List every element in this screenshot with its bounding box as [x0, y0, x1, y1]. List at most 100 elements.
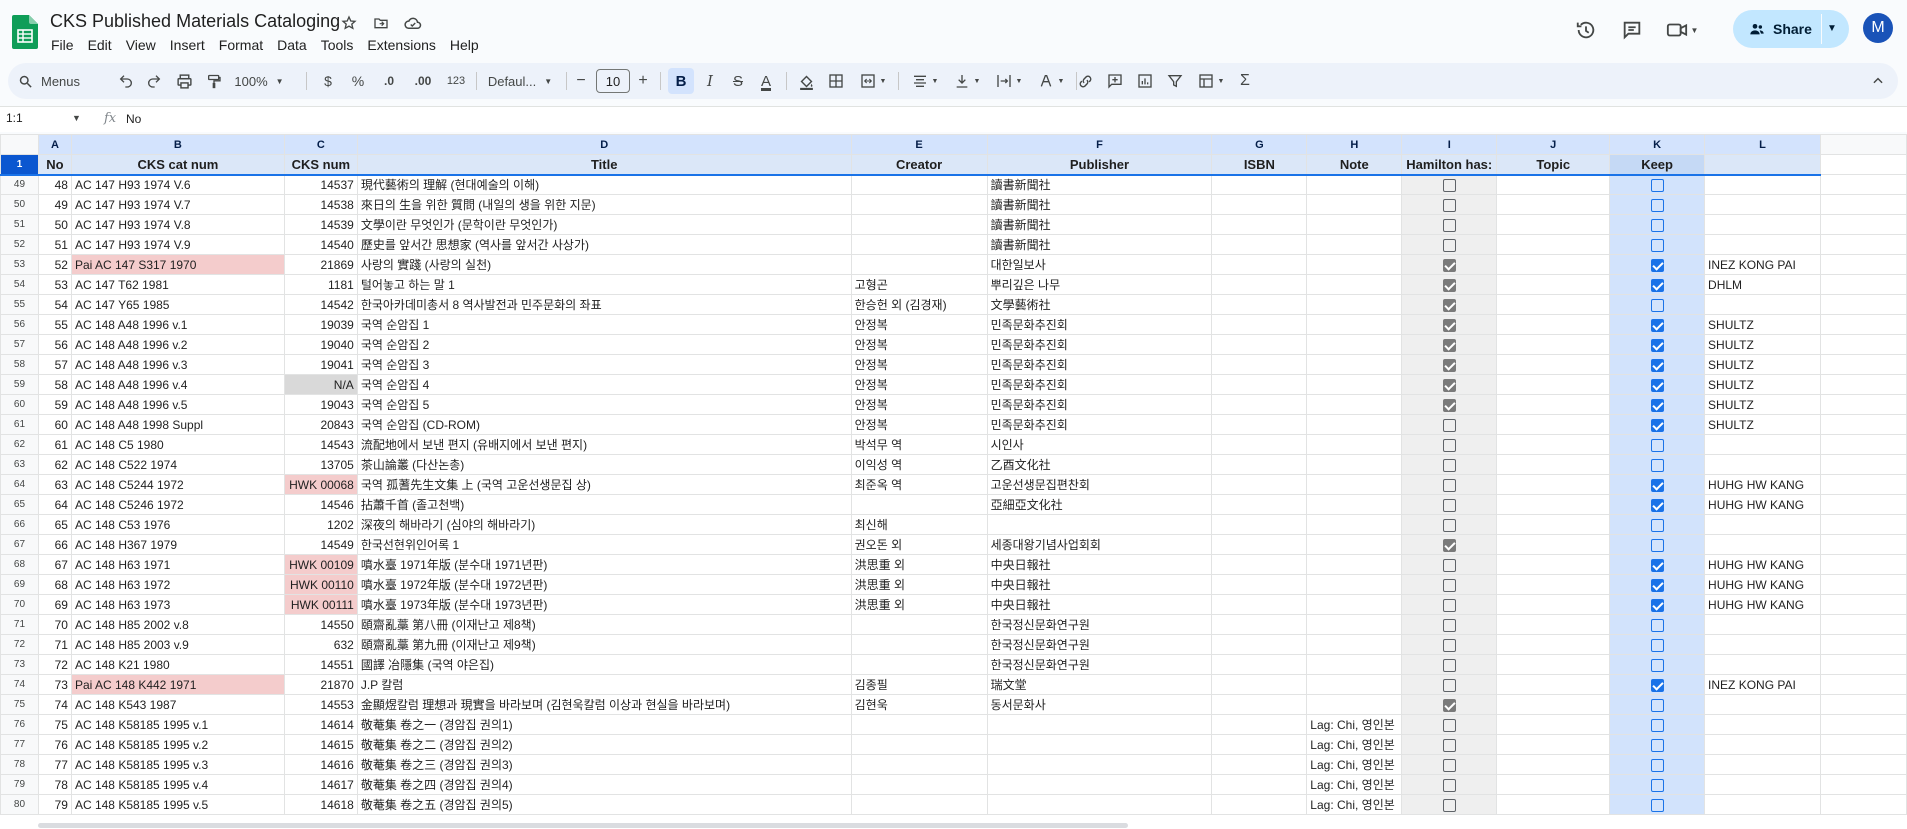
document-title[interactable]: CKS Published Materials Cataloging — [50, 11, 340, 32]
cell-cat-num[interactable]: AC 147 H93 1974 V.7 — [70, 194, 285, 215]
cell-keep[interactable] — [1609, 454, 1706, 475]
cell-no[interactable]: 61 — [37, 434, 72, 455]
cell-publisher[interactable]: 讀書新聞社 — [986, 214, 1213, 235]
cell-isbn[interactable] — [1211, 354, 1308, 375]
cell-no[interactable]: 73 — [37, 674, 72, 695]
cell-m[interactable] — [1820, 534, 1907, 555]
hamilton-checkbox[interactable] — [1442, 538, 1456, 552]
cell-topic[interactable] — [1496, 174, 1611, 195]
hamilton-checkbox[interactable] — [1442, 198, 1456, 212]
text-rotation-icon[interactable]: ▼ — [1032, 63, 1070, 99]
cell-cat-num[interactable]: AC 148 C5246 1972 — [70, 494, 285, 515]
cell-m[interactable] — [1820, 434, 1907, 455]
cell-hamilton[interactable] — [1401, 614, 1498, 635]
hamilton-checkbox[interactable] — [1442, 678, 1456, 692]
cell-no[interactable]: 56 — [37, 334, 72, 355]
column-header-empty[interactable] — [1820, 134, 1907, 155]
cell-hamilton[interactable] — [1401, 534, 1498, 555]
cell-title[interactable]: 文學이란 무엇인가 (문학이란 무엇인가) — [356, 214, 852, 235]
cell-title[interactable]: 深夜의 해바라기 (심야의 해바라기) — [356, 514, 852, 535]
cell-keep[interactable] — [1609, 174, 1706, 195]
cell-no[interactable]: 70 — [37, 614, 72, 635]
cell-cks-num[interactable]: 1181 — [283, 274, 358, 295]
cell-l[interactable]: SHULTZ — [1704, 374, 1822, 395]
cell-publisher[interactable] — [986, 714, 1213, 735]
cell-no[interactable]: 68 — [37, 574, 72, 595]
hamilton-checkbox[interactable] — [1442, 698, 1456, 712]
cell-keep[interactable] — [1609, 214, 1706, 235]
cell-keep[interactable] — [1609, 334, 1706, 355]
cell-publisher[interactable]: 乙酉文化社 — [986, 454, 1213, 475]
cell-keep[interactable] — [1609, 314, 1706, 335]
cell-m[interactable] — [1820, 514, 1907, 535]
cell-note[interactable] — [1306, 534, 1403, 555]
keep-checkbox[interactable] — [1650, 398, 1664, 412]
column-header-c[interactable]: C — [283, 134, 358, 155]
hamilton-checkbox[interactable] — [1442, 398, 1456, 412]
cell-hamilton[interactable] — [1401, 354, 1498, 375]
cell-keep[interactable] — [1609, 374, 1706, 395]
hamilton-checkbox[interactable] — [1442, 618, 1456, 632]
cell-l[interactable] — [1704, 654, 1822, 675]
cell-creator[interactable]: 안정복 — [850, 314, 988, 335]
menu-data[interactable]: Data — [270, 35, 314, 55]
cell-creator[interactable]: 안정복 — [850, 374, 988, 395]
cell-title[interactable]: 頤齋亂藁 第九冊 (이재난고 제9책) — [356, 634, 852, 655]
borders-icon[interactable] — [824, 63, 848, 99]
comments-icon[interactable] — [1616, 14, 1648, 46]
cell-hamilton[interactable] — [1401, 194, 1498, 215]
cell-publisher[interactable]: 文學藝術社 — [986, 294, 1213, 315]
cell-cat-num[interactable]: AC 148 A48 1996 v.5 — [70, 394, 285, 415]
cell-cat-num[interactable]: AC 148 H85 2003 v.9 — [70, 634, 285, 655]
cell-l[interactable]: SHULTZ — [1704, 394, 1822, 415]
cell-creator[interactable] — [850, 174, 988, 195]
cell-cat-num[interactable]: AC 148 A48 1996 v.3 — [70, 354, 285, 375]
cell-topic[interactable] — [1496, 654, 1611, 675]
cell-title[interactable]: 拈蕭千首 (졸고천백) — [356, 494, 852, 515]
cell-no[interactable]: 67 — [37, 554, 72, 575]
keep-checkbox[interactable] — [1650, 638, 1664, 652]
cell-no[interactable]: 60 — [37, 414, 72, 435]
cell-isbn[interactable] — [1211, 214, 1308, 235]
cell-cks-num[interactable]: 14618 — [283, 794, 358, 815]
cell-note[interactable] — [1306, 494, 1403, 515]
cell-m[interactable] — [1820, 594, 1907, 615]
row-header[interactable]: 78 — [0, 754, 39, 775]
cell-publisher[interactable]: 瑞文堂 — [986, 674, 1213, 695]
cell-publisher[interactable]: 讀書新聞社 — [986, 174, 1213, 195]
cell-creator[interactable]: 권오돈 외 — [850, 534, 988, 555]
cell-cks-num[interactable]: 14551 — [283, 654, 358, 675]
cell-cks-num[interactable]: 19043 — [283, 394, 358, 415]
cell-no[interactable]: 53 — [37, 274, 72, 295]
cell-title[interactable]: 噴水臺 1972年版 (분수대 1972년판) — [356, 574, 852, 595]
row-header[interactable]: 75 — [0, 694, 39, 715]
cell-hamilton[interactable] — [1401, 394, 1498, 415]
cell-cat-num[interactable]: AC 148 H63 1973 — [70, 594, 285, 615]
cell-title[interactable]: 歷史를 앞서간 思想家 (역사를 앞서간 사상가) — [356, 234, 852, 255]
cell-cat-num[interactable]: AC 148 K58185 1995 v.1 — [70, 714, 285, 735]
undo-icon[interactable] — [114, 63, 138, 99]
cell-cks-num[interactable]: HWK 00068 — [283, 474, 358, 495]
cell-isbn[interactable] — [1211, 754, 1308, 775]
cell-publisher[interactable]: 민족문화추진회 — [986, 374, 1213, 395]
insert-link-icon[interactable] — [1072, 63, 1098, 99]
row-header[interactable]: 67 — [0, 534, 39, 555]
keep-checkbox[interactable] — [1650, 498, 1664, 512]
cell-publisher[interactable]: 한국정신문화연구원 — [986, 634, 1213, 655]
cell-no[interactable]: 52 — [37, 254, 72, 275]
zoom-select[interactable]: 100% ▼ — [234, 63, 284, 99]
cell-publisher[interactable]: 민족문화추진회 — [986, 354, 1213, 375]
cell-isbn[interactable] — [1211, 734, 1308, 755]
cell-isbn[interactable] — [1211, 554, 1308, 575]
cell-l[interactable] — [1704, 294, 1822, 315]
keep-checkbox[interactable] — [1650, 418, 1664, 432]
cell-publisher[interactable]: 세종대왕기념사업회회 — [986, 534, 1213, 555]
cell-topic[interactable] — [1496, 694, 1611, 715]
cell-creator[interactable]: 洪思重 외 — [850, 594, 988, 615]
cell-isbn[interactable] — [1211, 234, 1308, 255]
cell-creator[interactable] — [850, 254, 988, 275]
cell-keep[interactable] — [1609, 294, 1706, 315]
cell-m[interactable] — [1820, 574, 1907, 595]
row-header[interactable]: 77 — [0, 734, 39, 755]
header-cell[interactable]: Keep — [1609, 154, 1706, 176]
